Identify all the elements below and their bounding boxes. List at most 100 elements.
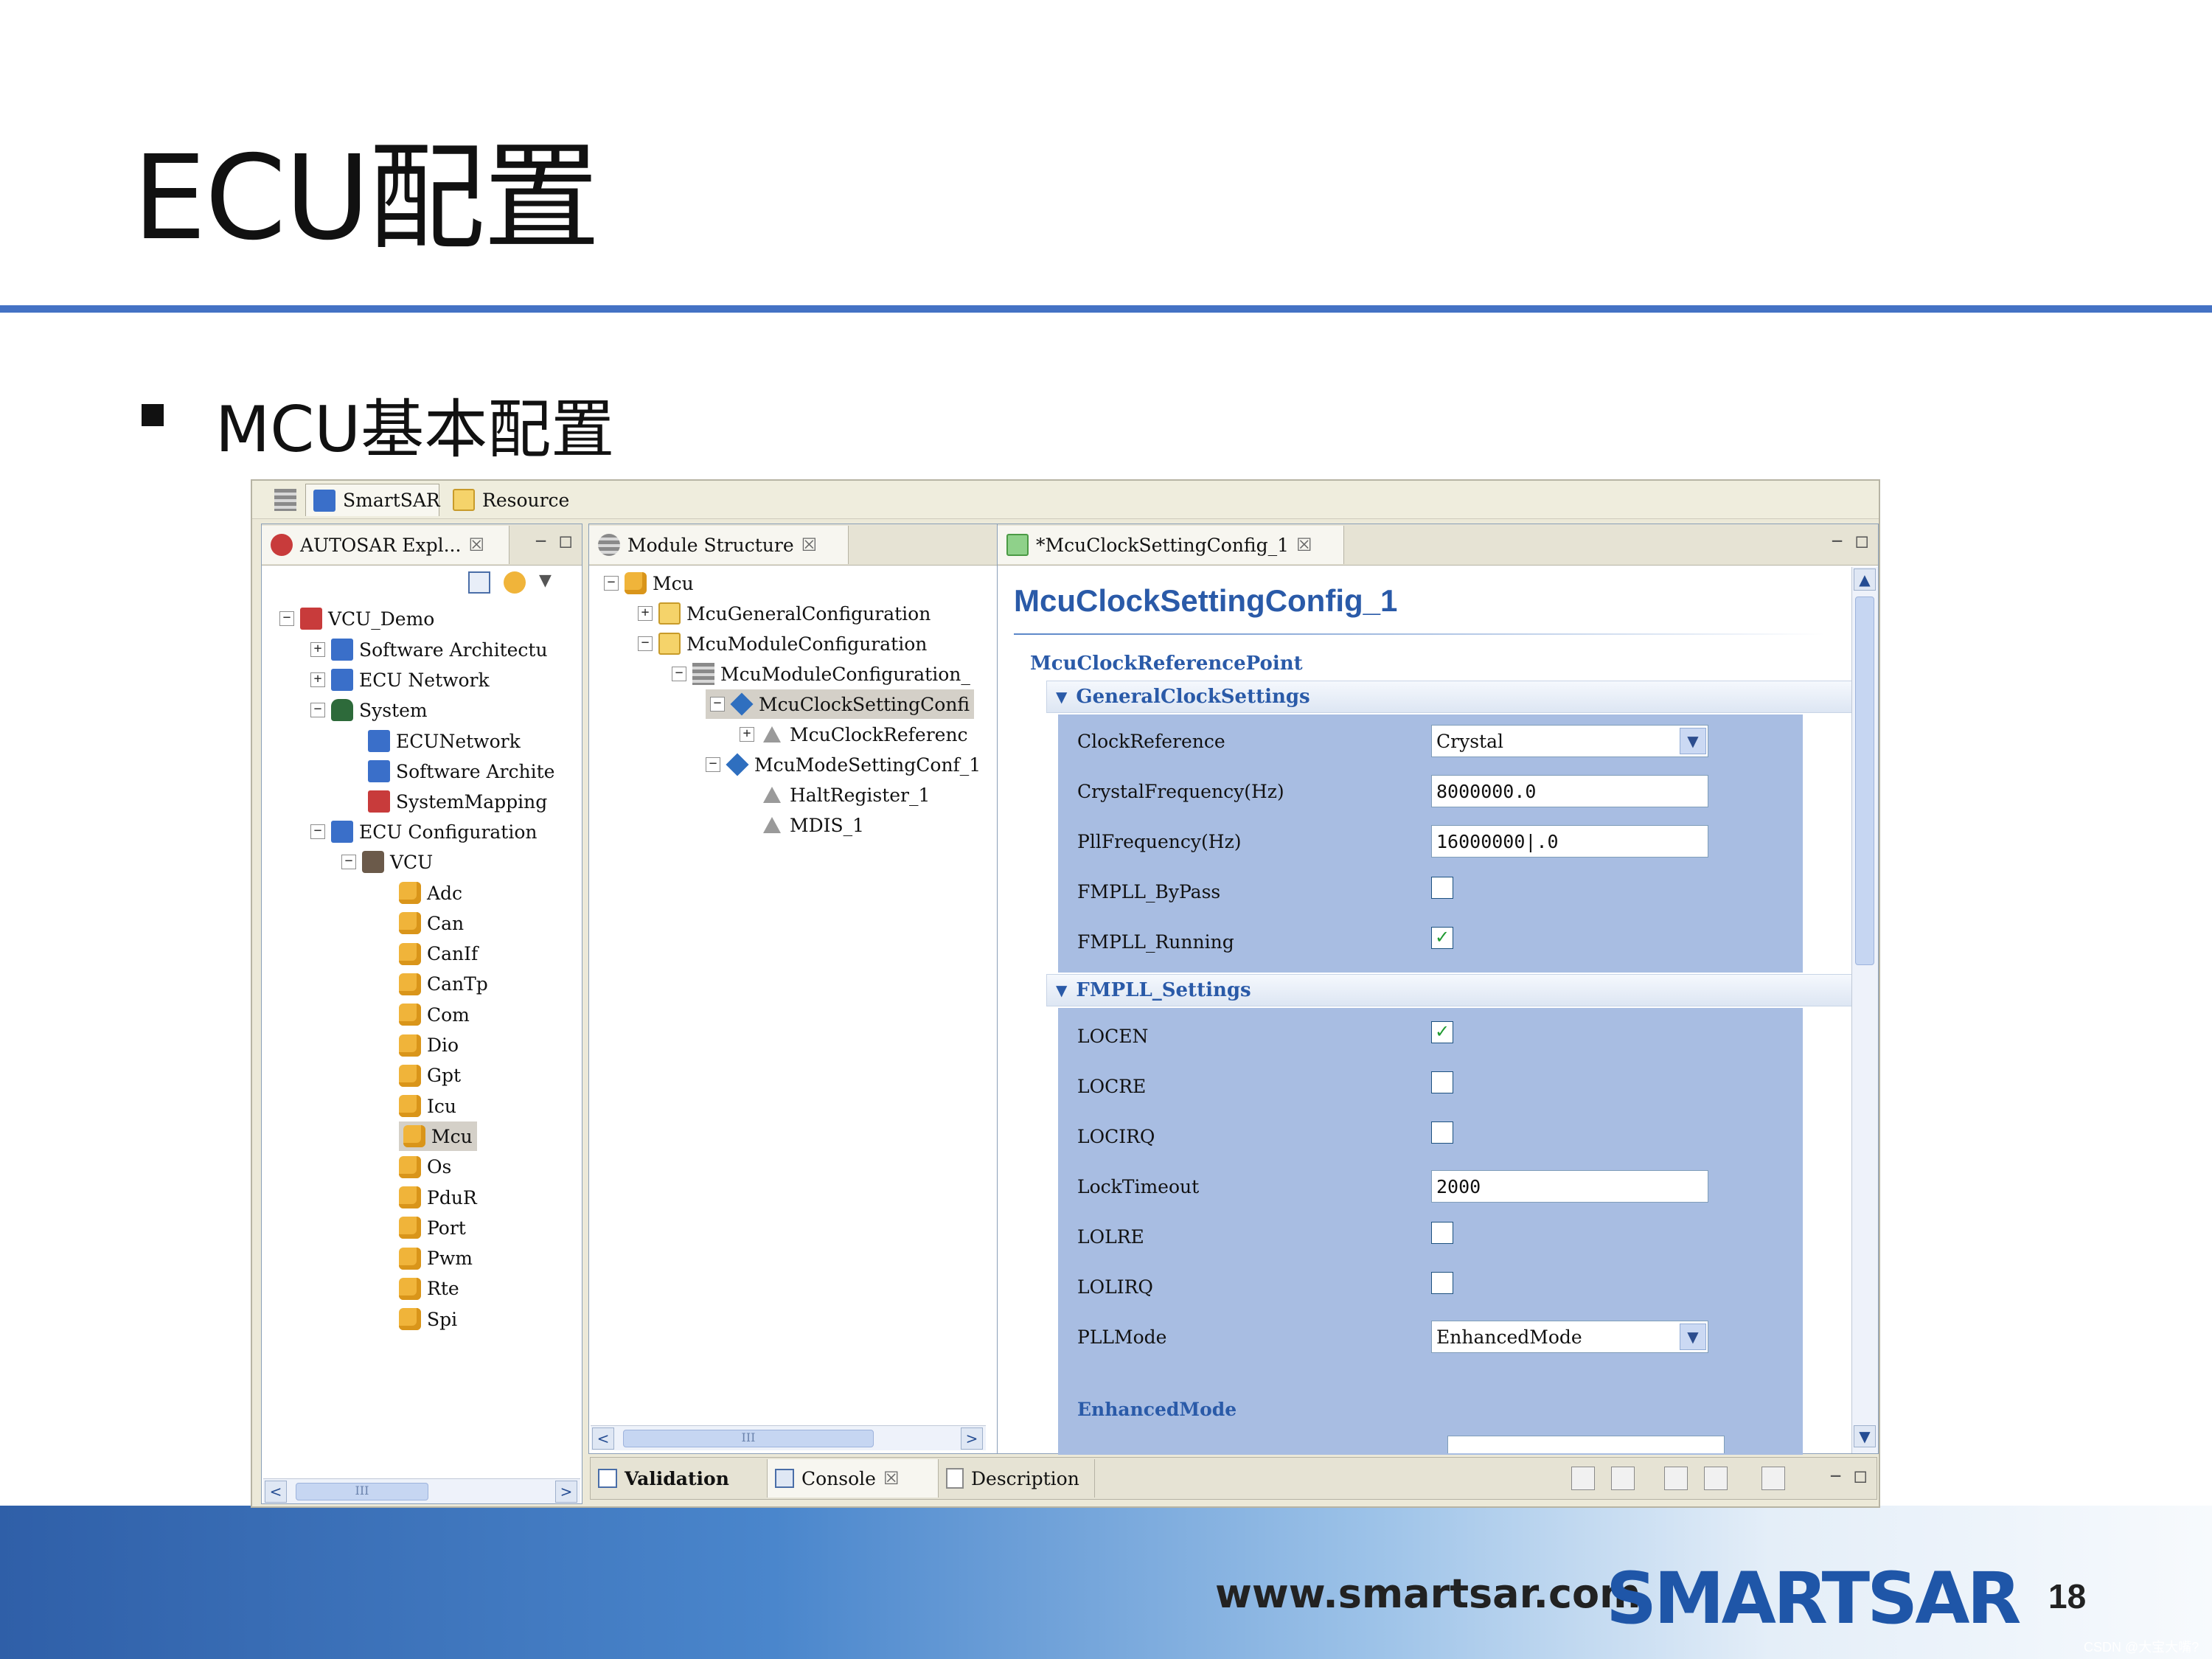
section-fmpll-settings[interactable]: ▼ FMPLL_Settings — [1046, 974, 1857, 1006]
tree-item-rte[interactable]: Rte — [399, 1274, 459, 1304]
tree-item-cantp[interactable]: CanTp — [399, 970, 488, 999]
close-icon[interactable]: ☒ — [883, 1468, 900, 1489]
expand-icon[interactable]: + — [740, 727, 754, 742]
lolre-checkbox[interactable] — [1431, 1222, 1453, 1244]
scroll-left-icon[interactable]: < — [592, 1427, 614, 1450]
maximize-icon[interactable]: □ — [1854, 1465, 1866, 1487]
tree-item-software-archite[interactable]: Software Archite — [368, 757, 554, 786]
scroll-down-icon[interactable]: ▼ — [1854, 1425, 1876, 1447]
tree-item-com[interactable]: Com — [399, 1000, 470, 1029]
close-icon[interactable]: ☒ — [801, 535, 818, 555]
tree-item-adc[interactable]: Adc — [399, 878, 462, 908]
tree-item-ecunetwork[interactable]: ECUNetwork — [368, 726, 521, 756]
collapse-icon[interactable]: − — [604, 576, 619, 591]
minimize-icon[interactable]: − — [1832, 530, 1843, 552]
tree-item-system-mapping[interactable]: SystemMapping — [368, 787, 547, 816]
tree-item-vcu[interactable]: − VCU — [341, 847, 433, 877]
lolirq-checkbox[interactable] — [1431, 1272, 1453, 1294]
tree-item-halt-register[interactable]: HaltRegister_1 — [760, 780, 930, 810]
link-with-editor-icon[interactable] — [504, 571, 526, 594]
crystal-frequency-input[interactable]: 8000000.0 — [1431, 775, 1708, 807]
collapse-icon[interactable]: − — [706, 757, 720, 772]
tree-item-pdur[interactable]: PduR — [399, 1183, 477, 1212]
collapse-icon[interactable]: − — [341, 855, 356, 869]
explorer-horizontal-scrollbar[interactable]: < III > — [263, 1478, 580, 1503]
tab-description[interactable]: Description — [939, 1459, 1095, 1498]
maximize-icon[interactable]: □ — [1856, 530, 1868, 552]
perspective-resource[interactable]: Resource — [445, 484, 578, 516]
scroll-up-icon[interactable]: ▲ — [1854, 568, 1876, 591]
tree-item-canif[interactable]: CanIf — [399, 939, 478, 969]
tab-autosar-explorer[interactable]: AUTOSAR Expl... ☒ — [262, 526, 509, 564]
pll-frequency-input[interactable]: 16000000|.0 — [1431, 825, 1708, 858]
expand-icon[interactable]: + — [310, 672, 325, 687]
tree-item-mcu-clock-reference[interactable]: + McuClockReferenc — [740, 720, 968, 749]
tab-validation[interactable]: Validation — [591, 1459, 768, 1498]
tree-item-mcu-general-configuration[interactable]: + McuGeneralConfiguration — [638, 599, 931, 628]
fmpll-bypass-checkbox[interactable] — [1431, 877, 1453, 899]
expand-icon[interactable]: + — [310, 642, 325, 657]
section-collapse-icon[interactable]: ▼ — [1056, 688, 1067, 706]
chevron-down-icon[interactable]: ▼ — [1680, 1324, 1706, 1350]
display-console-icon[interactable] — [1704, 1467, 1728, 1490]
module-horizontal-scrollbar[interactable]: < III > — [591, 1425, 986, 1450]
section-general-clock-settings[interactable]: ▼ GeneralClockSettings — [1046, 681, 1857, 713]
locirq-checkbox[interactable] — [1431, 1121, 1453, 1144]
tree-item-software-architecture[interactable]: + Software Architectu — [310, 635, 548, 664]
open-console-icon[interactable] — [1761, 1467, 1785, 1490]
section-collapse-icon[interactable]: ▼ — [1056, 981, 1067, 999]
tree-item-system[interactable]: − System — [310, 695, 428, 725]
close-icon[interactable]: ☒ — [468, 535, 484, 555]
tree-item-can[interactable]: Can — [399, 908, 464, 938]
tree-item-gpt[interactable]: Gpt — [399, 1061, 461, 1091]
collapse-icon[interactable]: − — [638, 636, 653, 651]
tab-module-structure[interactable]: Module Structure ☒ — [589, 526, 849, 564]
lock-timeout-input[interactable]: 2000 — [1431, 1170, 1708, 1203]
expand-icon[interactable]: + — [638, 606, 653, 621]
scroll-left-icon[interactable]: < — [265, 1481, 287, 1503]
collapse-icon[interactable]: − — [310, 824, 325, 839]
minimize-icon[interactable]: − — [1830, 1465, 1842, 1487]
tree-item-mcu[interactable]: − Mcu — [604, 568, 694, 598]
tree-item-port[interactable]: Port — [399, 1213, 466, 1242]
tree-item-os[interactable]: Os — [399, 1152, 451, 1182]
scroll-lock-icon[interactable] — [1611, 1467, 1635, 1490]
tab-console[interactable]: Console ☒ — [768, 1459, 939, 1498]
tree-item-mcu-module-configuration[interactable]: − McuModuleConfiguration — [638, 629, 927, 658]
open-perspective-button[interactable] — [267, 484, 299, 516]
tab-mcu-clock-setting-config[interactable]: *McuClockSettingConfig_1 ☒ — [998, 526, 1344, 564]
editor-vertical-scrollbar[interactable]: ▲ ▼ — [1851, 567, 1878, 1453]
tree-item-icu[interactable]: Icu — [399, 1091, 456, 1121]
collapse-icon[interactable]: − — [279, 611, 294, 626]
tree-item-mcu[interactable]: Mcu — [399, 1121, 477, 1152]
tree-item-pwm[interactable]: Pwm — [399, 1244, 473, 1273]
pll-mode-select[interactable]: EnhancedMode ▼ — [1431, 1321, 1708, 1353]
pin-console-icon[interactable] — [1664, 1467, 1688, 1490]
clock-reference-select[interactable]: Crystal ▼ — [1431, 725, 1708, 757]
tree-item-mcu-clock-setting-config[interactable]: − McuClockSettingConfi — [706, 689, 975, 719]
collapse-all-icon[interactable] — [468, 571, 490, 594]
view-menu-icon[interactable]: ▼ — [539, 571, 552, 594]
scroll-thumb[interactable]: III — [623, 1430, 874, 1447]
tree-item-spi[interactable]: Spi — [399, 1304, 457, 1334]
scroll-thumb[interactable] — [1855, 597, 1874, 965]
chevron-down-icon[interactable]: ▼ — [1680, 728, 1706, 754]
tree-item-mcu-module-configuration-instance[interactable]: − McuModuleConfiguration_ — [672, 659, 970, 689]
scroll-right-icon[interactable]: > — [961, 1427, 983, 1450]
collapse-icon[interactable]: − — [310, 703, 325, 717]
tree-item-mdis[interactable]: MDIS_1 — [760, 810, 864, 840]
fmpll-running-checkbox[interactable]: ✓ — [1431, 927, 1453, 949]
perspective-smartsar[interactable]: SmartSAR — [305, 484, 440, 516]
tree-item-dio[interactable]: Dio — [399, 1031, 459, 1060]
scroll-thumb[interactable]: III — [296, 1483, 428, 1500]
locre-checkbox[interactable] — [1431, 1071, 1453, 1093]
enhanced-mode-partial-field[interactable] — [1447, 1436, 1725, 1453]
tree-item-mcu-mode-setting-conf[interactable]: − McuModeSettingConf_1 — [706, 750, 981, 779]
close-icon[interactable]: ☒ — [1296, 535, 1312, 555]
scroll-right-icon[interactable]: > — [555, 1481, 577, 1503]
collapse-icon[interactable]: − — [672, 667, 686, 681]
locen-checkbox[interactable]: ✓ — [1431, 1021, 1453, 1043]
tree-item-vcu-demo[interactable]: − VCU_Demo — [279, 604, 434, 633]
tree-item-ecu-network[interactable]: + ECU Network — [310, 665, 490, 695]
minimize-icon[interactable]: − — [535, 530, 547, 552]
